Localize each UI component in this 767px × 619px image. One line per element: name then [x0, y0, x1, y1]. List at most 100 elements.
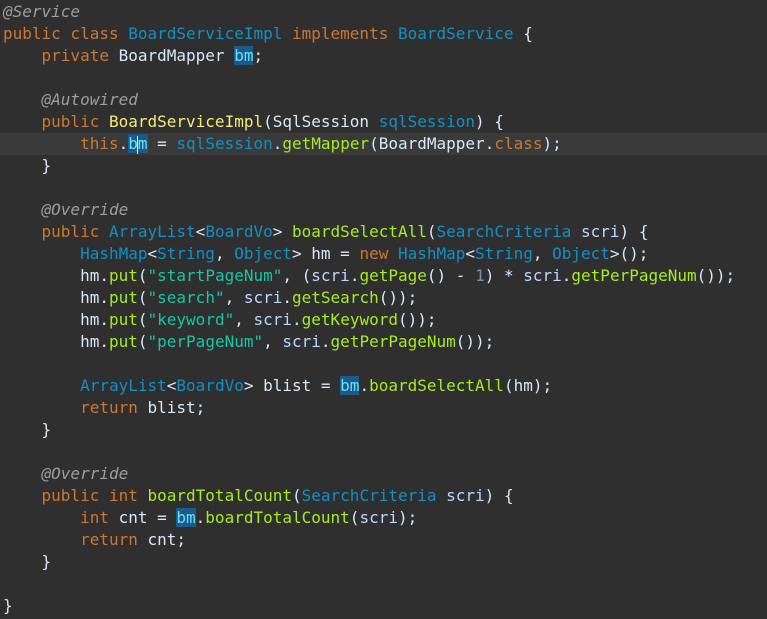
code-token: } — [3, 420, 52, 439]
code-token: scri — [253, 310, 293, 329]
code-line[interactable]: hm.put("keyword", scri.getKeyword()); — [3, 309, 767, 331]
highlighted-token: bm — [234, 46, 254, 65]
code-line[interactable]: return blist; — [3, 397, 767, 419]
code-token: public — [3, 112, 109, 131]
code-token: . — [292, 310, 302, 329]
code-token: ( — [137, 310, 148, 329]
code-token: boardSelectAll — [292, 222, 427, 241]
code-token: BoardMapper — [118, 46, 235, 65]
code-token: ()); — [455, 332, 495, 351]
code-line[interactable]: @Override — [3, 463, 767, 485]
code-token: ) { — [475, 112, 504, 131]
code-token: getPerPageNum — [571, 266, 697, 285]
code-token: class — [70, 24, 129, 43]
code-token: sqlSession — [176, 134, 273, 153]
code-token: BoardServiceImpl — [108, 112, 264, 131]
highlighted-token: bm — [176, 508, 196, 527]
code-token: , — [532, 244, 553, 263]
code-token: . — [359, 376, 370, 395]
code-token: = — [147, 134, 177, 153]
code-line[interactable] — [3, 573, 767, 595]
code-token: implements — [292, 24, 398, 43]
code-token: > blist = — [243, 376, 341, 395]
code-line[interactable]: this.bm = sqlSession.getMapper(BoardMapp… — [0, 133, 767, 155]
code-token: hm. — [3, 266, 109, 285]
code-token: ()); — [696, 266, 736, 285]
code-token: ()); — [378, 288, 418, 307]
code-line[interactable] — [3, 441, 767, 463]
code-token: cnt = — [118, 508, 177, 527]
code-line[interactable]: public BoardServiceImpl(SqlSession sqlSe… — [3, 111, 767, 133]
code-token: @Service — [3, 2, 81, 21]
code-token: . — [320, 332, 331, 351]
code-token: ) { — [484, 486, 514, 505]
code-line[interactable] — [3, 177, 767, 199]
code-token: scri — [282, 332, 321, 351]
code-line[interactable]: } — [3, 595, 767, 617]
code-token: HashMap — [397, 244, 466, 263]
code-token: ); — [397, 508, 418, 527]
code-token: ( — [137, 266, 148, 285]
code-token: "search" — [147, 288, 225, 307]
code-token: Object — [234, 244, 292, 263]
code-line[interactable]: int cnt = bm.boardTotalCount(scri); — [3, 507, 767, 529]
code-line[interactable]: private BoardMapper bm; — [3, 45, 767, 67]
code-token: HashMap — [3, 244, 148, 263]
code-line[interactable] — [3, 353, 767, 375]
code-token: . — [272, 134, 283, 153]
code-token: put — [108, 266, 138, 285]
code-line[interactable]: @Override — [3, 199, 767, 221]
code-line[interactable]: public class BoardServiceImpl implements… — [3, 23, 767, 45]
code-token: (hm); — [503, 376, 553, 395]
code-token: this — [3, 134, 119, 153]
code-token: ArrayList — [3, 376, 167, 395]
code-line[interactable]: } — [3, 155, 767, 177]
code-token: hm. — [3, 332, 109, 351]
code-token: > — [272, 222, 293, 241]
code-token: public — [3, 222, 109, 241]
code-line[interactable]: } — [3, 551, 767, 573]
code-line[interactable]: HashMap<String, Object> hm = new HashMap… — [3, 243, 767, 265]
code-token: class — [494, 134, 543, 153]
code-token: < — [465, 244, 476, 263]
code-editor[interactable]: @Service public class BoardServiceImpl im… — [0, 0, 767, 619]
highlighted-token: m — [137, 134, 148, 153]
code-token: new — [359, 244, 398, 263]
code-line[interactable]: } — [3, 419, 767, 441]
code-token: boardTotalCount — [205, 508, 350, 527]
code-token: BoardServiceImpl — [128, 24, 283, 43]
code-line[interactable]: return cnt; — [3, 529, 767, 551]
code-line[interactable]: @Service — [3, 1, 767, 23]
code-line[interactable]: ArrayList<BoardVo> blist = bm.boardSelec… — [3, 375, 767, 397]
code-token: BoardService — [397, 24, 514, 43]
code-token: ( — [292, 486, 302, 505]
code-token: } — [3, 552, 52, 571]
code-token: "perPageNum" — [147, 332, 264, 351]
code-line[interactable]: public int boardTotalCount(SearchCriteri… — [3, 485, 767, 507]
code-token: (BoardMapper. — [369, 134, 495, 153]
code-token: int — [3, 508, 119, 527]
code-token: getPerPageNum — [330, 332, 456, 351]
code-token: scri — [581, 222, 620, 241]
code-token: , ( — [282, 266, 312, 285]
code-token: ( — [137, 332, 148, 351]
code-token: < — [195, 222, 206, 241]
code-line[interactable]: hm.put("startPageNum", (scri.getPage() -… — [3, 265, 767, 287]
code-line[interactable]: @Autowired — [3, 89, 767, 111]
code-token: BoardVo — [176, 376, 244, 395]
code-token: , — [234, 310, 254, 329]
code-token: put — [108, 332, 138, 351]
code-token: return — [3, 530, 148, 549]
code-token: ) * — [484, 266, 524, 285]
code-token: { — [513, 24, 533, 43]
code-token: put — [108, 310, 138, 329]
code-token: scri — [523, 266, 562, 285]
code-line[interactable]: public ArrayList<BoardVo> boardSelectAll… — [3, 221, 767, 243]
code-line[interactable]: hm.put("perPageNum", scri.getPerPageNum(… — [3, 331, 767, 353]
code-line[interactable] — [3, 67, 767, 89]
code-token: hm. — [3, 288, 109, 307]
code-token: . — [349, 266, 360, 285]
code-token: } — [3, 156, 52, 175]
code-line[interactable]: hm.put("search", scri.getSearch()); — [3, 287, 767, 309]
